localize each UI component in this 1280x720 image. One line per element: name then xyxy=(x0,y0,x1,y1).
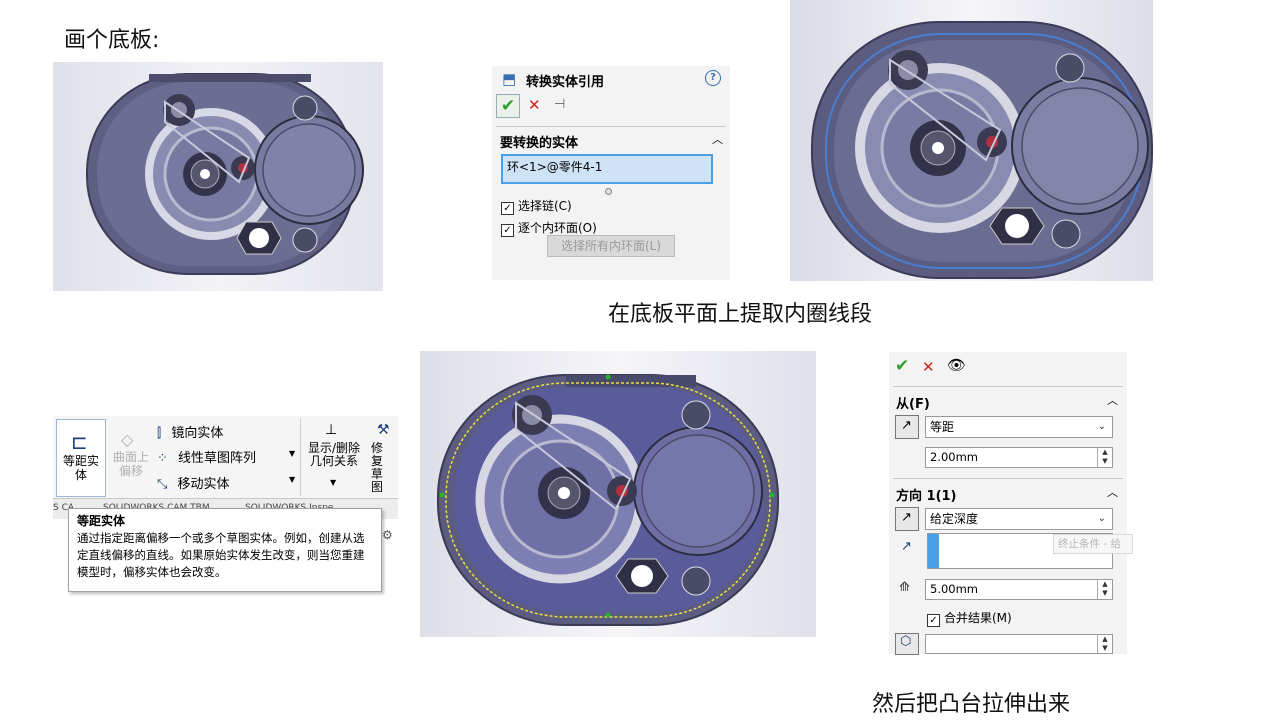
linear-pattern-label: 线性草图阵列 xyxy=(178,451,257,466)
merge-result-label: 合并结果(M) xyxy=(944,611,1012,625)
caption-extrude-boss: 然后把凸台拉伸出来 xyxy=(872,692,1071,717)
sketch-ribbon: ⊏ 等距实体 ◇ 曲面上偏移 ⫿ 镜向实体 ⁘ 线性草图阵列 ▼ ⤡ 移动实体 … xyxy=(53,416,398,498)
move-entities-item[interactable]: ⤡ 移动实体 ▼ xyxy=(157,473,299,493)
show-delete-relations-label: 显示/删除几何关系 xyxy=(307,441,361,468)
linear-pattern-dropdown-icon[interactable]: ▼ xyxy=(289,449,295,458)
divider xyxy=(496,126,726,127)
from-section-title: 从(F) xyxy=(896,397,930,412)
confirm-check-icon[interactable]: ✔ xyxy=(496,94,520,118)
depth-input[interactable]: 5.00mm ▲ ▼ xyxy=(925,579,1113,600)
from-type-value: 等距 xyxy=(930,420,955,434)
linear-pattern-icon: ⁘ xyxy=(157,451,168,466)
resize-handle-icon[interactable] xyxy=(605,188,612,195)
selection-list-box[interactable]: 环<1>@零件4-1 xyxy=(501,154,713,184)
from-distance-input[interactable]: 2.00mm ▲ ▼ xyxy=(925,447,1113,468)
end-condition-value: 给定深度 xyxy=(930,512,979,526)
select-chain-option[interactable]: ✓ 选择链(C) xyxy=(501,197,572,215)
preview-eye-icon[interactable]: 👁 xyxy=(947,356,966,374)
depth-value: 5.00mm xyxy=(930,582,979,596)
move-dropdown-icon[interactable]: ▼ xyxy=(289,475,295,484)
caption-extract-inner-loop: 在底板平面上提取内圈线段 xyxy=(608,302,873,327)
base-plate-model-view xyxy=(53,62,383,291)
show-delete-relations-button[interactable]: ⊥ 显示/删除几何关系 ▼ xyxy=(305,422,369,492)
each-inner-loop-label: 逐个内环面(O) xyxy=(518,221,597,235)
merge-result-option[interactable]: ✓ 合并结果(M) xyxy=(927,609,1012,627)
inner-loop-selected-view xyxy=(790,0,1153,281)
pin-icon[interactable]: ⊣ xyxy=(554,97,565,112)
direction-arrow-icon: ↗ xyxy=(901,539,912,554)
dropdown-chevron-icon: ⌄ xyxy=(1097,421,1106,432)
offset-entities-icon: ⊏ xyxy=(71,430,88,454)
confirm-check-icon[interactable]: ✔ xyxy=(895,356,909,376)
convert-entities-panel: ⬒ 转换实体引用 ? ✔ ✕ ⊣ 要转换的实体 ︿ 环<1>@零件4-1 ✓ 选择… xyxy=(492,66,730,280)
divider xyxy=(893,478,1123,479)
surface-offset-button[interactable]: ◇ 曲面上偏移 xyxy=(109,426,153,494)
spin-buttons[interactable]: ▲ ▼ xyxy=(1097,448,1112,467)
settings-gear-icon[interactable]: ⚙ xyxy=(382,528,393,542)
offset-sketch-view xyxy=(420,351,816,637)
select-chain-label: 选择链(C) xyxy=(518,199,572,213)
relations-dropdown-icon[interactable]: ▼ xyxy=(330,478,336,487)
tooltip-title: 等距实体 xyxy=(77,514,126,528)
cancel-x-icon[interactable]: ✕ xyxy=(528,96,541,114)
tooltip-body: 通过指定距离偏移一个或多个草图实体。例如，创建从选定直线偏移的直线。如果原始实体… xyxy=(77,531,365,579)
relations-icon: ⊥ xyxy=(325,422,338,438)
extrude-boss-panel: ✔ ✕ 👁 从(F) ︿ ↗ 等距 ⌄ 2.00mm ▲ ▼ 方向 1(1) ︿ ↗ … xyxy=(889,352,1133,655)
each-inner-loop-checkbox[interactable]: ✓ xyxy=(501,224,514,237)
linear-pattern-item[interactable]: ⁘ 线性草图阵列 ▼ xyxy=(157,447,299,467)
spin-buttons[interactable]: ▲ ▼ xyxy=(1097,635,1112,653)
section-entities-to-convert: 要转换的实体 xyxy=(500,136,579,151)
move-icon: ⤡ xyxy=(157,477,168,492)
move-label: 移动实体 xyxy=(177,477,230,492)
select-chain-checkbox[interactable]: ✓ xyxy=(501,202,514,215)
from-type-dropdown[interactable]: 等距 ⌄ xyxy=(925,416,1113,438)
direction-section-title: 方向 1(1) xyxy=(896,489,957,504)
from-start-icon: ↗ xyxy=(895,415,919,439)
ribbon-divider xyxy=(300,418,301,496)
mirror-label: 镜向实体 xyxy=(171,426,224,441)
draft-angle-input[interactable]: ▲ ▼ xyxy=(925,634,1113,654)
convert-entities-icon: ⬒ xyxy=(502,70,517,88)
surface-offset-icon: ◇ xyxy=(121,430,134,449)
collapse-chevron-icon[interactable]: ︿ xyxy=(1107,484,1118,500)
mirror-icon: ⫿ xyxy=(157,426,162,441)
mirror-entities-item[interactable]: ⫿ 镜向实体 xyxy=(157,422,299,442)
selection-bar xyxy=(928,534,939,568)
panel-title: 转换实体引用 xyxy=(526,75,605,90)
cancel-x-icon[interactable]: ✕ xyxy=(922,358,935,376)
end-condition-dropdown[interactable]: 给定深度 ⌄ xyxy=(925,508,1113,530)
repair-sketch-button[interactable]: ⚒ 修复草图 xyxy=(371,422,398,492)
depth-icon: ⟰ xyxy=(899,580,910,595)
reverse-direction-icon[interactable]: ↗ xyxy=(895,507,919,531)
merge-result-checkbox[interactable]: ✓ xyxy=(927,614,940,627)
end-condition-hint-tooltip: 终止条件 - 给 xyxy=(1053,534,1133,554)
dropdown-chevron-icon: ⌄ xyxy=(1097,513,1106,524)
select-all-inner-loops-button[interactable]: 选择所有内环面(L) xyxy=(547,235,675,257)
repair-icon: ⚒ xyxy=(377,422,390,438)
surface-offset-label: 曲面上偏移 xyxy=(112,450,149,478)
caption-draw-base-plate: 画个底板: xyxy=(64,28,160,53)
draft-icon[interactable]: ⬡ xyxy=(895,633,919,655)
offset-entities-button[interactable]: ⊏ 等距实体 xyxy=(56,419,106,497)
help-icon[interactable]: ? xyxy=(705,70,721,86)
repair-sketch-label: 修复草图 xyxy=(371,441,384,493)
divider xyxy=(893,386,1123,387)
collapse-chevron-icon[interactable]: ︿ xyxy=(712,131,723,147)
from-distance-value: 2.00mm xyxy=(930,450,979,464)
offset-entities-label: 等距实体 xyxy=(62,454,99,482)
offset-entities-tooltip: 等距实体 通过指定距离偏移一个或多个草图实体。例如，创建从选定直线偏移的直线。如… xyxy=(68,508,382,592)
collapse-chevron-icon[interactable]: ︿ xyxy=(1107,392,1118,408)
spin-buttons[interactable]: ▲ ▼ xyxy=(1097,580,1112,599)
